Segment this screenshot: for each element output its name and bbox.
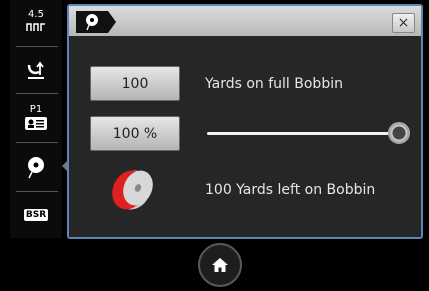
sidebar-divider xyxy=(16,46,58,47)
remaining-label: 100 Yards left on Bobbin xyxy=(205,182,376,198)
sidebar-item-stitch-length[interactable]: 4.5 xyxy=(10,0,62,44)
sidebar-item-bobbin[interactable] xyxy=(10,145,62,189)
bobbin-icon xyxy=(86,14,98,31)
sidebar-divider xyxy=(16,191,58,192)
sidebar-item-presser[interactable]: P1 xyxy=(10,96,62,140)
sidebar-item-thread-up[interactable] xyxy=(10,48,62,92)
panel-header: × xyxy=(69,6,421,36)
bobbin-icon xyxy=(28,157,44,179)
sidebar-divider xyxy=(16,142,58,143)
percent-button[interactable]: 100 % xyxy=(90,116,180,151)
panel-body: 100 Yards on full Bobbin 100 % 100 Yards… xyxy=(69,36,421,237)
home-icon xyxy=(212,258,228,272)
close-icon: × xyxy=(397,15,410,31)
bobbin-panel: × 100 Yards on full Bobbin 100 % 100 Yar… xyxy=(67,4,423,239)
presser-foot-icon xyxy=(25,117,47,130)
close-button[interactable]: × xyxy=(392,13,415,33)
stitch-length-icon xyxy=(26,23,45,31)
sidebar-item-bsr[interactable]: BSR xyxy=(10,193,62,237)
yards-label: Yards on full Bobbin xyxy=(205,76,343,92)
slider-handle[interactable] xyxy=(388,122,410,144)
home-button[interactable] xyxy=(198,243,242,287)
bobbin-graphic xyxy=(112,170,153,210)
presser-label: P1 xyxy=(29,104,43,115)
sidebar-divider xyxy=(16,93,58,94)
sidebar: 4.5 P1 BSR xyxy=(10,0,62,238)
thread-up-icon xyxy=(27,61,44,79)
yards-value-button[interactable]: 100 xyxy=(90,66,180,101)
header-tab xyxy=(76,11,116,33)
stitch-length-value: 4.5 xyxy=(28,9,44,20)
bsr-label: BSR xyxy=(23,209,49,221)
yards-value: 100 xyxy=(121,75,149,92)
bobbin-level-slider[interactable] xyxy=(207,122,410,144)
percent-value: 100 % xyxy=(112,125,158,142)
